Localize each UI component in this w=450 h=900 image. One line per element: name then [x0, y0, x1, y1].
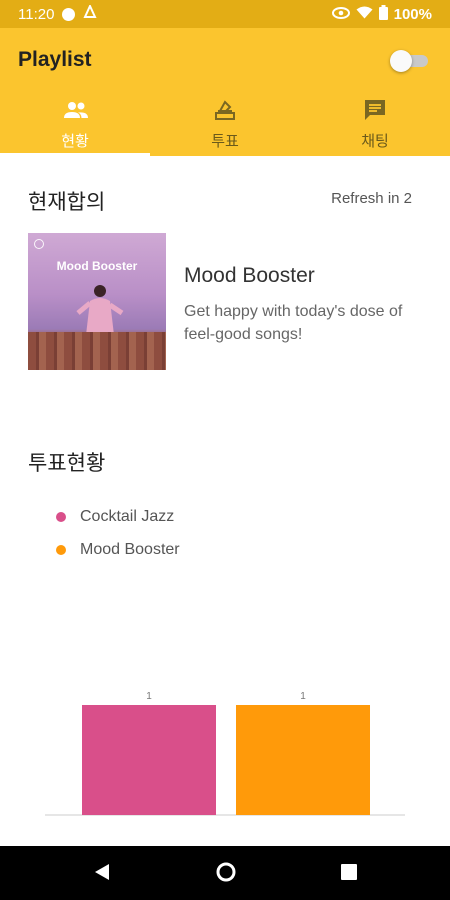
vote-status-title: 투표현황 [28, 451, 106, 475]
home-icon[interactable] [216, 862, 236, 882]
consensus-title: 현재합의 [28, 190, 106, 214]
tab-chat-label: 채팅 [361, 133, 389, 150]
wifi-icon [356, 6, 373, 23]
person-illustration [76, 285, 124, 335]
page-title: Playlist [18, 48, 92, 71]
legend-label: Cocktail Jazz [80, 507, 175, 525]
status-time: 11:20 [18, 5, 55, 23]
album-art-title: Mood Booster [56, 259, 138, 273]
tab-bar: 현황 투표 채팅 [0, 88, 450, 156]
spotify-logo-icon [34, 239, 44, 249]
legend-dot [56, 544, 66, 555]
chat-icon [363, 98, 387, 122]
city-skyline [28, 332, 166, 370]
tab-chat[interactable]: 채팅 [300, 88, 450, 156]
battery-level: 100% [393, 5, 432, 23]
refresh-countdown: Refresh in 2 [331, 190, 412, 207]
legend-item: Mood Booster [56, 533, 180, 566]
battery-icon [378, 4, 388, 24]
tab-indicator [0, 153, 150, 156]
tab-vote[interactable]: 투표 [150, 88, 300, 156]
bar-cocktail-jazz [82, 705, 216, 815]
toggle-thumb [390, 50, 412, 72]
playlist-name: Mood Booster [184, 264, 315, 287]
vote-bar-chart: 11 [45, 691, 405, 816]
bar-value-label: 1 [300, 691, 306, 702]
tab-status[interactable]: 현황 [0, 88, 150, 156]
vote-icon [213, 98, 237, 122]
message-icon [62, 7, 76, 21]
system-nav-bar [0, 846, 450, 900]
legend-dot [56, 511, 66, 522]
playlist-description: Get happy with today's dose of feel-good… [184, 303, 403, 343]
album-art[interactable]: Mood Booster [28, 233, 166, 370]
back-icon[interactable] [92, 862, 112, 882]
chart-legend: Cocktail Jazz Mood Booster [56, 500, 180, 566]
status-bar: 11:20 100% [0, 0, 450, 28]
tab-vote-label: 투표 [211, 133, 239, 150]
notification-icon [83, 3, 97, 23]
app-bar: Playlist 현황 투표 채팅 [0, 28, 450, 156]
bar-mood-booster [236, 705, 370, 815]
eye-icon [331, 6, 350, 23]
tab-status-label: 현황 [61, 133, 89, 150]
people-icon [63, 98, 88, 122]
recents-icon[interactable] [340, 863, 358, 881]
bar-value-label: 1 [146, 691, 152, 702]
legend-label: Mood Booster [80, 540, 180, 558]
legend-item: Cocktail Jazz [56, 500, 180, 533]
mode-toggle[interactable] [390, 50, 428, 72]
